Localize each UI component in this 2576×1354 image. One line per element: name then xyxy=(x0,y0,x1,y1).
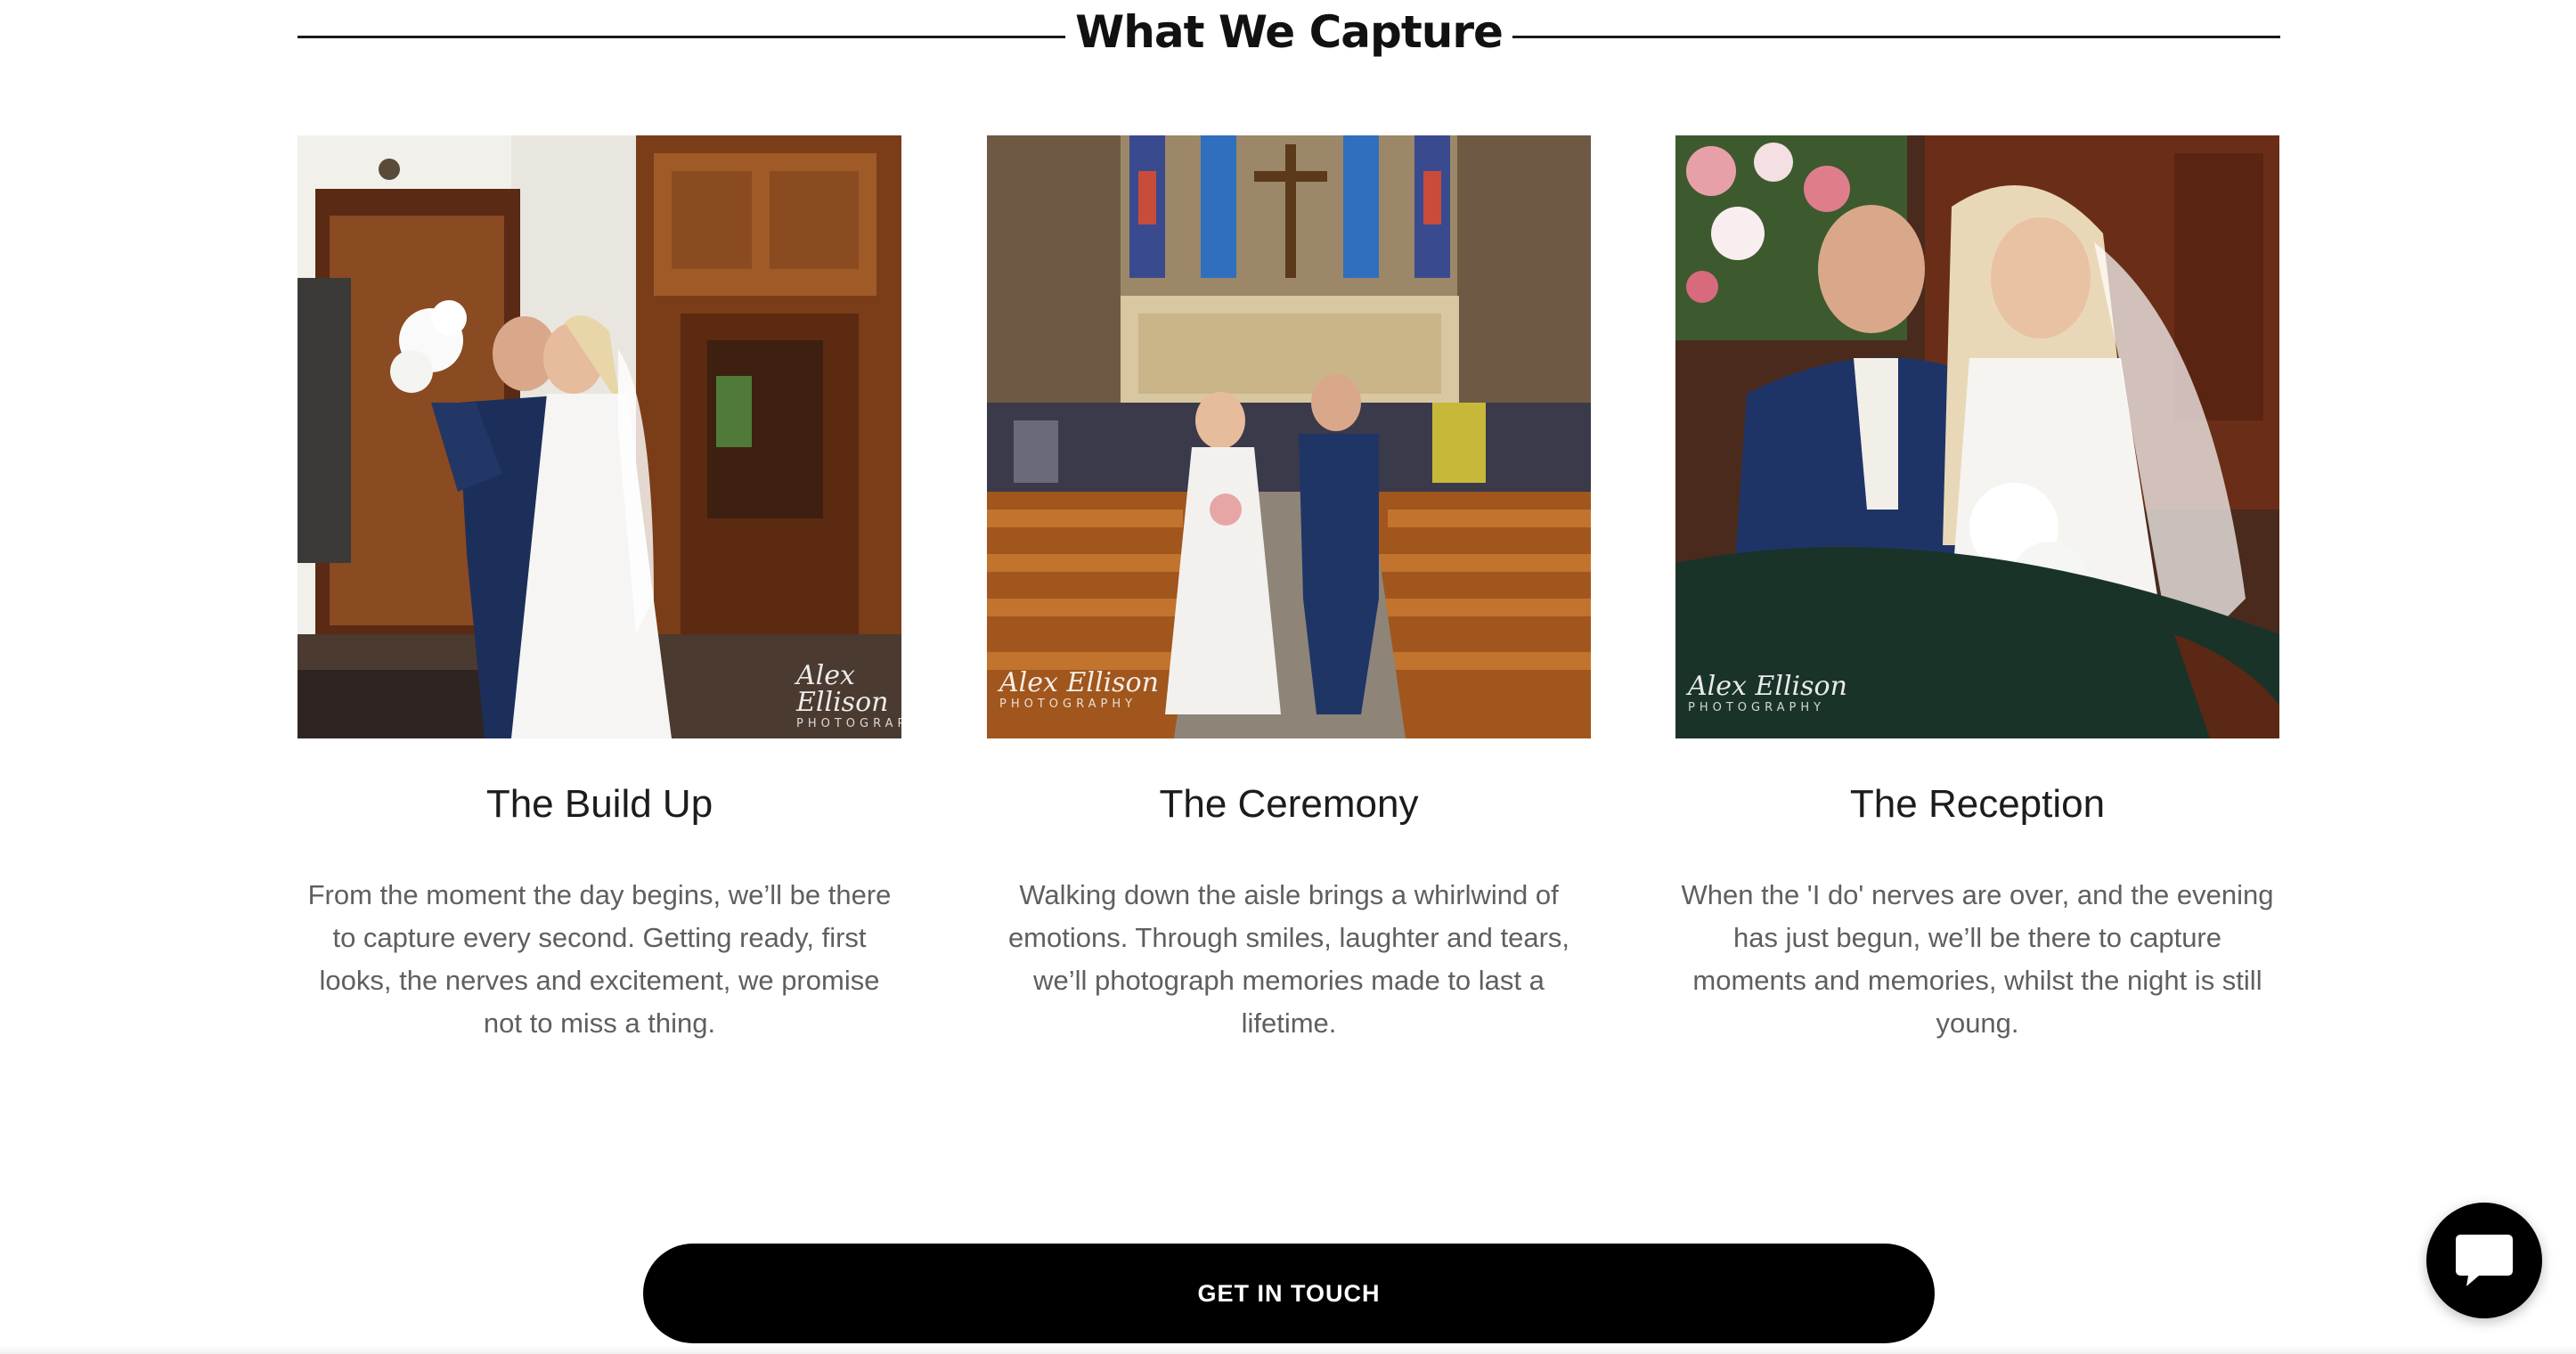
photo-build-up: Alex Ellison PHOTOGRAPHY xyxy=(298,135,901,738)
heading-divider-left xyxy=(298,36,1065,38)
service-card-ceremony: Alex Ellison PHOTOGRAPHY The Ceremony Wa… xyxy=(987,135,1591,1045)
watermark-ceremony: Alex Ellison PHOTOGRAPHY xyxy=(999,667,1159,712)
watermark-build-up: Alex Ellison PHOTOGRAPHY xyxy=(796,660,901,731)
photo-ceremony: Alex Ellison PHOTOGRAPHY xyxy=(987,135,1591,738)
card-description: From the moment the day begins, we’ll be… xyxy=(307,879,892,1039)
chat-bubble-icon xyxy=(2456,1235,2513,1286)
page: What We Capture Alex Ellison PHOTOGRA Th… xyxy=(0,0,2576,1354)
section-heading: What We Capture xyxy=(298,0,2280,68)
service-card-reception: Alex Ellison PHOTOGRAPHY The Reception W… xyxy=(1675,135,2279,1045)
card-title: The Build Up xyxy=(485,782,713,826)
heading-divider-right xyxy=(1512,36,2280,38)
section-title: What We Capture xyxy=(1075,6,1504,58)
watermark-reception: Alex Ellison PHOTOGRAPHY xyxy=(1688,671,1847,715)
card-title: The Ceremony xyxy=(1159,782,1419,826)
card-description: Walking down the aisle brings a whirlwin… xyxy=(1007,879,1570,1039)
page-bottom-fade xyxy=(0,1345,2576,1354)
card-description: When the 'I do' nerves are over, and the… xyxy=(1681,879,2274,1039)
card-title: The Reception xyxy=(1849,782,2106,826)
service-card-build-up: Alex Ellison PHOTOGRAPHY The Build Up Fr… xyxy=(298,135,901,1045)
chat-button[interactable] xyxy=(2426,1203,2542,1318)
get-in-touch-button[interactable]: GET IN TOUCH xyxy=(643,1244,1935,1343)
photo-reception: Alex Ellison PHOTOGRAPHY xyxy=(1675,135,2279,738)
